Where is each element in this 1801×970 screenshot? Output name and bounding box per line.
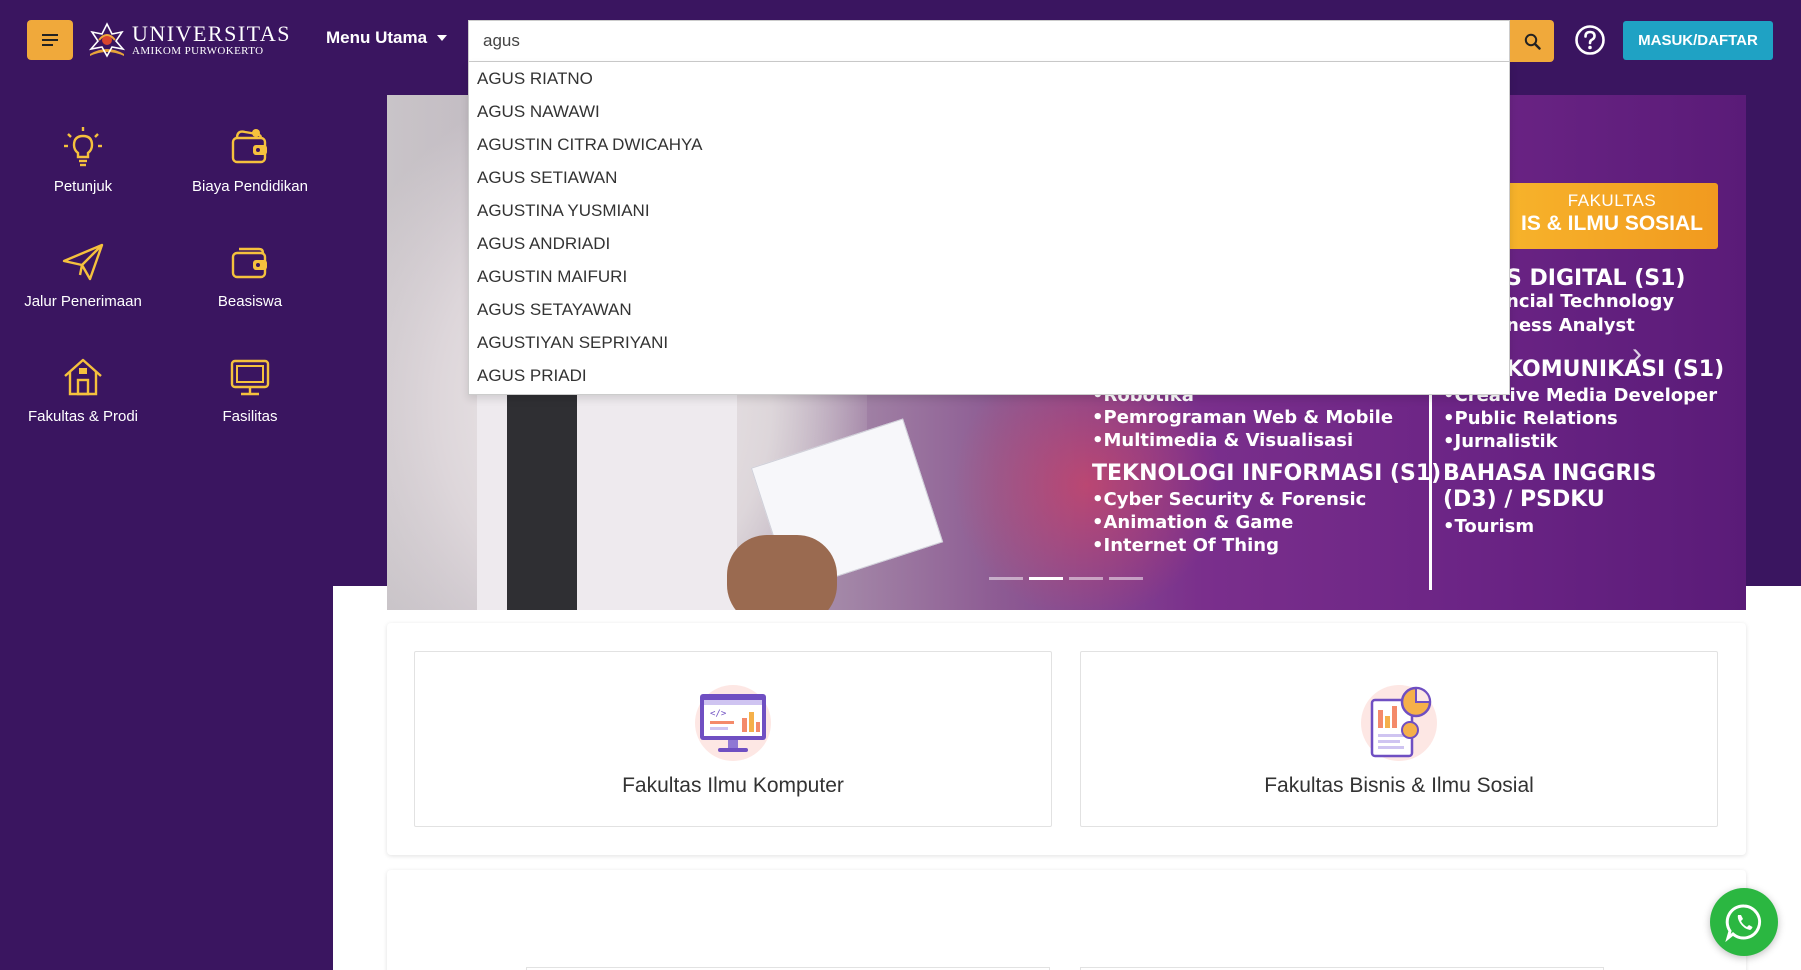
hero-program-item: •Internet Of Thing <box>1092 535 1279 556</box>
hero-program-heading: BAHASA INGGRIS <box>1443 461 1657 486</box>
carousel-dot[interactable] <box>1109 577 1143 580</box>
main-menu-dropdown[interactable]: Menu Utama <box>326 28 448 48</box>
faculty-card-label: Fakultas Bisnis & Ilmu Sosial <box>1264 774 1534 797</box>
hero-program-item: •Tourism <box>1443 516 1535 537</box>
logo-emblem-icon <box>88 22 126 58</box>
search-icon <box>1524 33 1541 50</box>
hero-program-item: •Pemrograman Web & Mobile <box>1092 407 1394 428</box>
suggestion-item[interactable]: AGUS PRIADI <box>469 359 1509 392</box>
hero-program-heading: KOMUNIKASI (S1) <box>1506 357 1725 382</box>
hero-program-item: •Jurnalistik <box>1443 431 1558 452</box>
sidebar-item-label: Biaya Pendidikan <box>192 178 308 195</box>
menu-toggle-button[interactable] <box>27 20 73 60</box>
hero-badge-line1: FAKULTAS <box>1567 191 1657 210</box>
sidebar-item-fasilitas[interactable]: Fasilitas <box>167 354 333 425</box>
suggestion-item[interactable]: AGUS NAWAWI <box>469 95 1509 128</box>
suggestion-item[interactable]: AGUSTIN MAIFURI <box>469 260 1509 293</box>
carousel-dot-active[interactable] <box>1029 577 1063 580</box>
faculty-card-komputer[interactable]: </> Fakultas Ilmu Komputer <box>414 651 1052 827</box>
sidebar-item-fakultas-prodi[interactable]: Fakultas & Prodi <box>0 354 166 425</box>
hero-program-heading: (D3) / PSDKU <box>1443 487 1605 512</box>
sidebar-item-label: Fakultas & Prodi <box>27 408 139 425</box>
suggestion-item[interactable]: AGUS ANDRIADI <box>469 227 1509 260</box>
hero-program-item: •Animation & Game <box>1092 512 1294 533</box>
carousel-dot[interactable] <box>1069 577 1103 580</box>
hero-program-heading: S DIGITAL (S1) <box>1506 266 1686 291</box>
sidebar-item-label: Petunjuk <box>53 178 113 195</box>
carousel-dot[interactable] <box>989 577 1023 580</box>
suggestion-item[interactable]: AGUS SETAYAWAN <box>469 293 1509 326</box>
carousel-next-chevron-icon[interactable]: › <box>1632 337 1642 371</box>
wallet-icon <box>231 129 267 164</box>
menu-icon <box>42 34 58 46</box>
wallet-icon <box>231 247 267 279</box>
house-icon <box>64 358 102 396</box>
suggestion-item[interactable]: AGUSTIYAN SEPRIYANI <box>469 326 1509 359</box>
hero-program-item: •Multimedia & Visualisasi <box>1092 430 1354 451</box>
suggestion-item[interactable]: AGUSTIN CITRA DWICAHYA <box>469 128 1509 161</box>
secondary-panel <box>387 870 1746 970</box>
suggestion-item[interactable]: AGUS RIATNO <box>469 62 1509 95</box>
help-icon[interactable] <box>1574 24 1606 56</box>
search-suggestions: AGUS RIATNO AGUS NAWAWI AGUSTIN CITRA DW… <box>468 62 1510 395</box>
svg-text:</>: </> <box>710 709 727 719</box>
hero-program-item: •Cyber Security & Forensic <box>1092 489 1367 510</box>
suggestion-item[interactable]: AGUS SETIAWAN <box>469 161 1509 194</box>
sidebar-item-petunjuk[interactable]: Petunjuk <box>0 124 166 195</box>
hero-photo-hand <box>727 535 837 610</box>
search-button[interactable] <box>1510 20 1554 62</box>
sidebar-item-label: Beasiswa <box>217 293 283 310</box>
whatsapp-icon <box>1725 904 1762 942</box>
search-box <box>468 20 1510 62</box>
hero-program-item: •Public Relations <box>1443 408 1618 429</box>
logo-subtitle: AMIKOM PURWOKERTO <box>132 45 264 57</box>
faculty-panel: </> Fakultas Ilmu Komputer Fakultas Bisn… <box>387 623 1746 855</box>
sidebar-item-beasiswa[interactable]: Beasiswa <box>167 239 333 310</box>
hero-program-item: ness Analyst <box>1506 315 1635 336</box>
hero-program-heading: TEKNOLOGI INFORMASI (S1) <box>1092 461 1442 486</box>
hero-faculty-badge: FAKULTAS IS & ILMU SOSIAL <box>1506 183 1718 249</box>
logo-title: UNIVERSITAS <box>132 21 291 46</box>
login-register-button[interactable]: MASUK/DAFTAR <box>1623 21 1773 60</box>
sidebar-item-label: Jalur Penerimaan <box>24 293 142 310</box>
monitor-icon <box>230 359 270 396</box>
hero-program-item: ncial Technology <box>1506 291 1675 312</box>
main-menu-label: Menu Utama <box>326 28 428 47</box>
business-chart-icon <box>1361 685 1437 761</box>
faculty-card-bisnis[interactable]: Fakultas Bisnis & Ilmu Sosial <box>1080 651 1718 827</box>
whatsapp-button[interactable] <box>1710 888 1778 956</box>
search-input[interactable] <box>468 20 1510 62</box>
hero-badge-line2: IS & ILMU SOSIAL <box>1520 212 1703 235</box>
university-logo[interactable]: UNIVERSITAS AMIKOM PURWOKERTO <box>86 20 291 60</box>
carousel-indicators <box>989 577 1149 580</box>
hero-divider <box>1429 390 1432 590</box>
computer-code-icon: </> <box>695 685 771 761</box>
sidebar-item-biaya-pendidikan[interactable]: Biaya Pendidikan <box>167 124 333 195</box>
sidebar-item-label: Fasilitas <box>222 408 278 425</box>
sidebar-item-jalur-penerimaan[interactable]: Jalur Penerimaan <box>0 239 166 310</box>
sidebar: Petunjuk Biaya Pendidikan Jalur Penerima… <box>0 80 333 970</box>
suggestion-item[interactable]: AGUSTINA YUSMIANI <box>469 194 1509 227</box>
paper-plane-icon <box>62 243 104 281</box>
caret-down-icon <box>437 35 448 41</box>
lightbulb-icon <box>64 127 102 167</box>
faculty-card-label: Fakultas Ilmu Komputer <box>622 774 844 797</box>
